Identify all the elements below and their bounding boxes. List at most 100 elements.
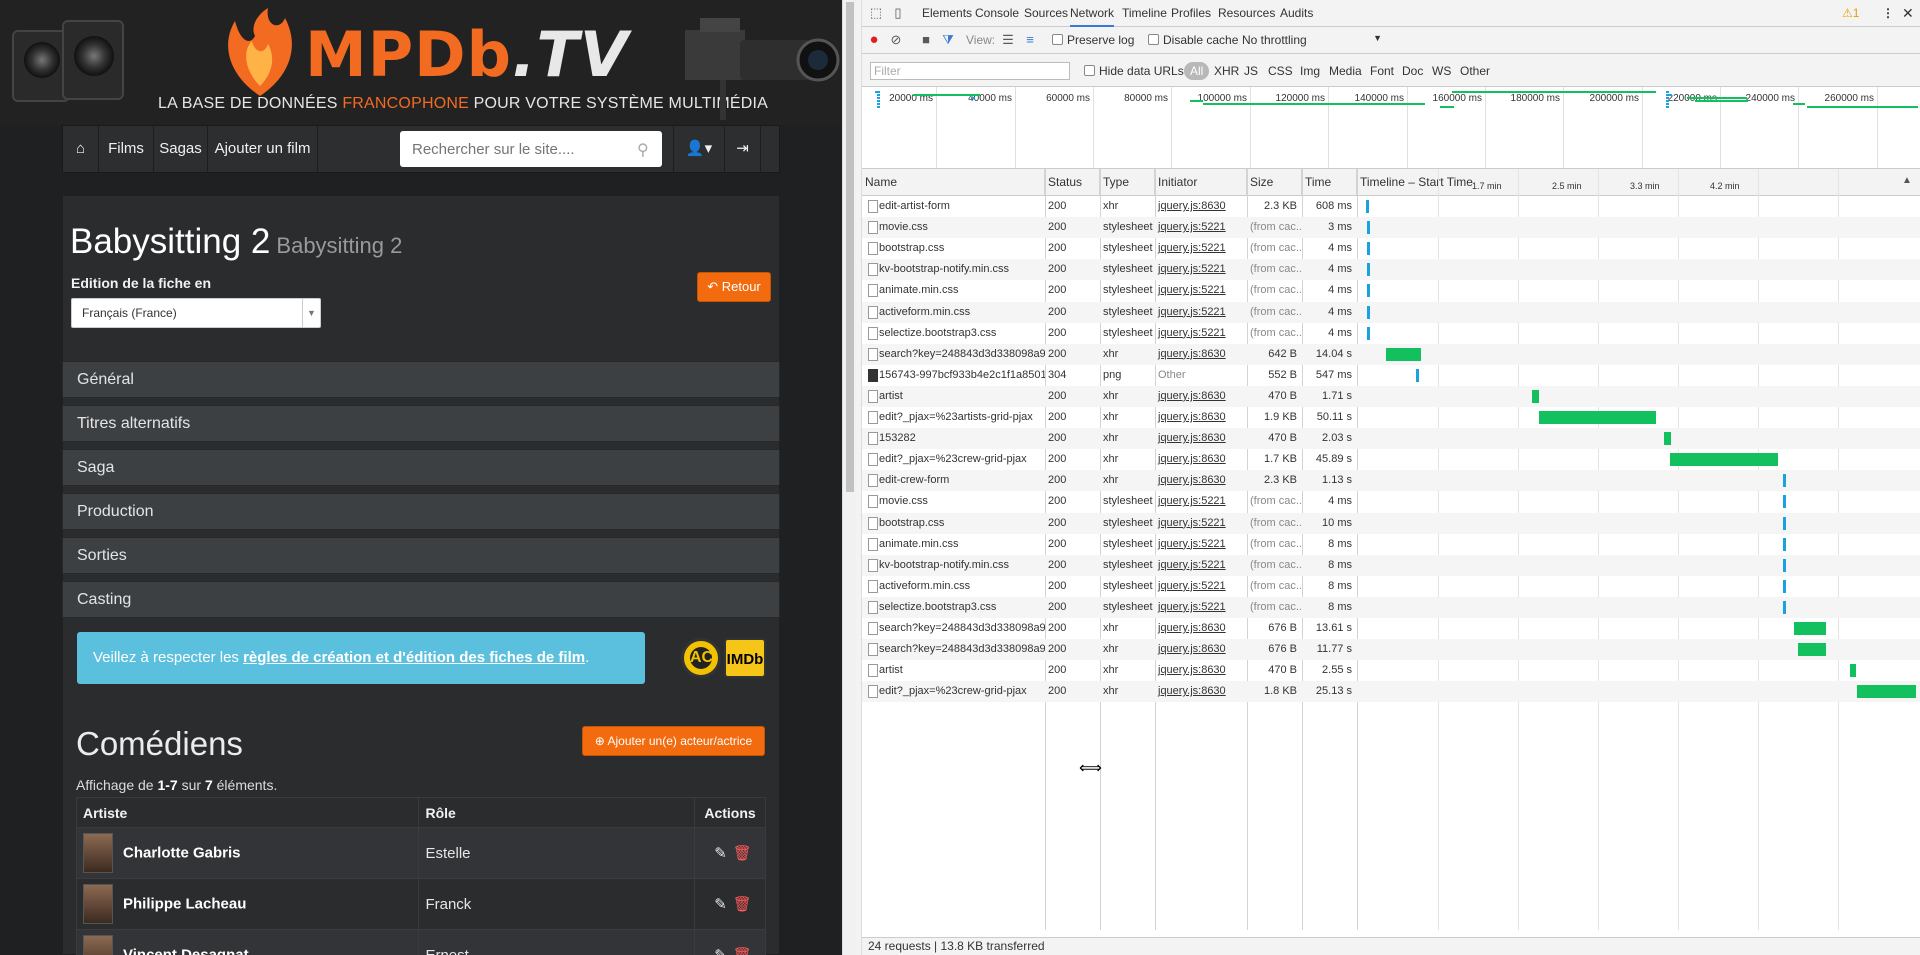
- accordion-releases[interactable]: Sorties: [62, 537, 780, 574]
- request-initiator[interactable]: jquery.js:8630: [1155, 660, 1247, 681]
- accordion-saga[interactable]: Saga: [62, 449, 780, 486]
- column-header-time[interactable]: Time: [1302, 169, 1357, 195]
- request-initiator[interactable]: jquery.js:8630: [1155, 407, 1247, 428]
- request-initiator[interactable]: jquery.js:5221: [1155, 302, 1247, 323]
- tab-timeline[interactable]: Timeline: [1122, 0, 1167, 27]
- device-mode-icon[interactable]: ▯: [890, 5, 906, 21]
- request-row[interactable]: bootstrap.css 200 stylesheet jquery.js:5221…: [862, 512, 1920, 534]
- filter-type-img[interactable]: Img: [1300, 62, 1320, 80]
- request-initiator[interactable]: jquery.js:5221: [1155, 491, 1247, 512]
- filter-type-css[interactable]: CSS: [1268, 62, 1293, 80]
- request-initiator[interactable]: jquery.js:8630: [1155, 196, 1247, 217]
- request-initiator[interactable]: jquery.js:5221: [1155, 555, 1247, 576]
- request-row[interactable]: animate.min.css 200 stylesheet jquery.js:52…: [862, 280, 1920, 301]
- tab-audits[interactable]: Audits: [1280, 0, 1313, 27]
- request-row[interactable]: animate.min.css 200 stylesheet jquery.js:52…: [862, 534, 1920, 555]
- site-scrollbar-thumb[interactable]: [846, 2, 854, 492]
- request-row[interactable]: search?key=248843d3d338098a9e987...200 xh…: [862, 639, 1920, 661]
- nav-films[interactable]: Films: [99, 126, 154, 172]
- request-row[interactable]: search?key=248843d3d338098a9e987...200 xh…: [862, 618, 1920, 639]
- trash-icon[interactable]: 🗑: [733, 896, 752, 913]
- hide-data-urls-checkbox[interactable]: Hide data URLs: [1084, 64, 1184, 78]
- warning-icon[interactable]: ⚠1: [1842, 0, 1859, 27]
- record-icon[interactable]: ●: [866, 32, 882, 48]
- request-initiator[interactable]: jquery.js:5221: [1155, 280, 1247, 301]
- nav-home[interactable]: ⌂: [63, 126, 99, 172]
- back-button[interactable]: ↶ Retour: [697, 272, 771, 302]
- request-row[interactable]: search?key=248843d3d338098a9e987...200 xh…: [862, 343, 1920, 365]
- column-header-role[interactable]: Rôle: [418, 797, 696, 828]
- request-row[interactable]: selectize.bootstrap3.css 200 stylesheet jqu…: [862, 596, 1920, 618]
- disable-cache-checkbox[interactable]: Disable cache: [1148, 33, 1238, 47]
- filter-type-doc[interactable]: Doc: [1402, 62, 1423, 80]
- request-row[interactable]: edit?_pjax=%23artists-grid-pjax 200 xhr jqu…: [862, 407, 1920, 428]
- tab-resources[interactable]: Resources: [1218, 0, 1275, 27]
- accordion-alt-titles[interactable]: Titres alternatifs: [62, 405, 780, 442]
- request-row[interactable]: edit-crew-form 200 xhr jquery.js:8630 2.3 KB…: [862, 470, 1920, 492]
- tab-sources[interactable]: Sources: [1024, 0, 1068, 27]
- request-row[interactable]: kv-bootstrap-notify.min.css 200 stylesheet…: [862, 554, 1920, 576]
- request-row[interactable]: bootstrap.css 200 stylesheet jquery.js:5221…: [862, 238, 1920, 259]
- throttling-select[interactable]: No throttling ▼: [1242, 33, 1382, 47]
- request-row[interactable]: edit?_pjax=%23crew-grid-pjax 200 xhr jquery…: [862, 449, 1920, 470]
- add-actor-button[interactable]: ⊕ Ajouter un(e) acteur/actrice: [582, 726, 765, 756]
- request-initiator[interactable]: jquery.js:5221: [1155, 513, 1247, 534]
- edit-icon[interactable]: ✎: [714, 845, 727, 862]
- request-row[interactable]: activeform.min.css 200 stylesheet jquery.js…: [862, 576, 1920, 597]
- request-row[interactable]: activeform.min.css 200 stylesheet jquery.js…: [862, 301, 1920, 323]
- filter-type-js[interactable]: JS: [1244, 62, 1258, 80]
- request-row[interactable]: selectize.bootstrap3.css 200 stylesheet jqu…: [862, 323, 1920, 344]
- rules-link[interactable]: règles de création et d'édition des fich…: [243, 649, 585, 666]
- capture-screenshots-icon[interactable]: ■: [918, 32, 934, 48]
- column-header-status[interactable]: Status: [1045, 169, 1100, 195]
- more-menu-icon[interactable]: ⋮: [1882, 0, 1894, 27]
- request-initiator[interactable]: jquery.js:8630: [1155, 428, 1247, 449]
- filter-type-media[interactable]: Media: [1329, 62, 1362, 80]
- trash-icon[interactable]: 🗑: [733, 845, 752, 862]
- nav-add-film[interactable]: Ajouter un film: [208, 126, 318, 172]
- nav-user-menu[interactable]: 👤▾: [673, 126, 725, 172]
- request-row[interactable]: movie.css 200 stylesheet jquery.js:5221 (fro…: [862, 491, 1920, 512]
- request-initiator[interactable]: jquery.js:8630: [1155, 470, 1247, 491]
- tab-console[interactable]: Console: [975, 0, 1019, 27]
- request-initiator[interactable]: jquery.js:5221: [1155, 217, 1247, 238]
- language-select[interactable]: Français (France) ▼: [71, 298, 321, 328]
- request-row[interactable]: 156743-997bcf933b4e2c1f1a8501a852...304 p…: [862, 365, 1920, 386]
- column-header-name[interactable]: Name: [862, 169, 1045, 195]
- close-icon[interactable]: ✕: [1902, 0, 1914, 27]
- request-initiator[interactable]: jquery.js:8630: [1155, 681, 1247, 702]
- request-initiator[interactable]: jquery.js:5221: [1155, 238, 1247, 259]
- request-initiator[interactable]: jquery.js:5221: [1155, 259, 1247, 280]
- edit-icon[interactable]: ✎: [714, 947, 727, 955]
- nav-logout[interactable]: ⇥: [725, 126, 761, 172]
- accordion-general[interactable]: Général: [62, 361, 780, 398]
- nav-sagas[interactable]: Sagas: [154, 126, 208, 172]
- site-search-input[interactable]: [400, 131, 662, 167]
- edit-icon[interactable]: ✎: [714, 896, 727, 913]
- tab-elements[interactable]: Elements: [922, 0, 972, 27]
- filter-type-all[interactable]: All: [1184, 62, 1210, 80]
- column-header-type[interactable]: Type: [1100, 169, 1155, 195]
- column-header-artist[interactable]: Artiste: [75, 797, 420, 828]
- trash-icon[interactable]: 🗑: [733, 947, 752, 955]
- tab-network[interactable]: Network: [1070, 0, 1115, 27]
- site-scrollbar[interactable]: [842, 0, 856, 955]
- accordion-casting[interactable]: Casting: [62, 581, 780, 618]
- filter-input[interactable]: Filter: [870, 62, 1070, 80]
- request-row[interactable]: movie.css 200 stylesheet jquery.js:5221 (fro…: [862, 217, 1920, 239]
- overview-icon[interactable]: ≡: [1022, 32, 1038, 48]
- request-row[interactable]: edit-artist-form 200 xhr jquery.js:8630 2.3 …: [862, 196, 1920, 217]
- filter-icon[interactable]: ⧩: [940, 32, 956, 48]
- request-initiator[interactable]: jquery.js:5221: [1155, 597, 1247, 618]
- preserve-log-checkbox[interactable]: Preserve log: [1052, 33, 1134, 47]
- allocine-logo-icon[interactable]: AC: [681, 638, 721, 678]
- request-initiator[interactable]: jquery.js:8630: [1155, 618, 1247, 639]
- filter-type-ws[interactable]: WS: [1432, 62, 1451, 80]
- request-initiator[interactable]: jquery.js:8630: [1155, 449, 1247, 470]
- request-initiator[interactable]: jquery.js:8630: [1155, 639, 1247, 660]
- sort-asc-icon[interactable]: ▲: [1902, 175, 1912, 186]
- request-initiator[interactable]: jquery.js:5221: [1155, 323, 1247, 344]
- large-rows-icon[interactable]: ☰: [1000, 32, 1016, 48]
- site-logo[interactable]: MPDb.TV: [305, 18, 629, 91]
- request-initiator[interactable]: jquery.js:8630: [1155, 344, 1247, 365]
